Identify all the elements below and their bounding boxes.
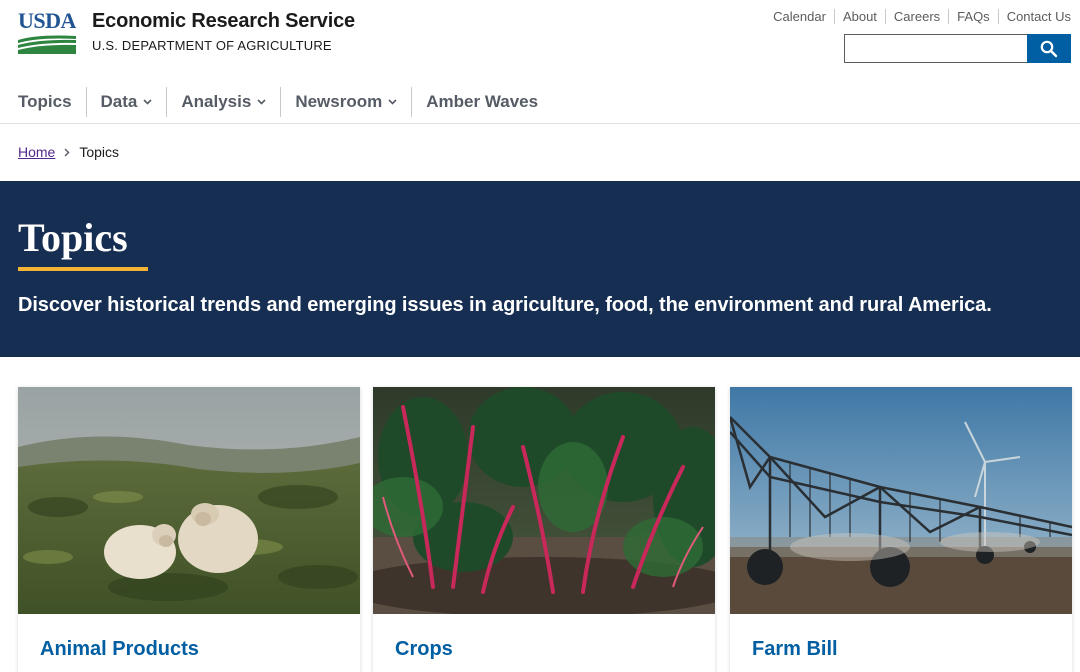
util-link-calendar[interactable]: Calendar [765, 9, 834, 24]
util-link-contact[interactable]: Contact Us [997, 9, 1071, 24]
usda-logo[interactable]: USDA [18, 10, 76, 54]
util-link-careers[interactable]: Careers [884, 9, 948, 24]
topic-card-title: Farm Bill [752, 638, 838, 660]
topic-card-animal-products[interactable]: Animal Products [18, 387, 360, 672]
search-icon [1040, 40, 1058, 57]
nav-item-label: Analysis [181, 91, 252, 111]
usda-logo-mark-icon [18, 35, 76, 54]
chevron-down-icon [257, 98, 266, 105]
chevron-down-icon [143, 98, 152, 105]
breadcrumb-current: Topics [79, 144, 120, 160]
page-description: Discover historical trends and emerging … [18, 294, 992, 316]
usda-logo-text: USDA [18, 8, 76, 33]
nav-item-data[interactable]: Data [85, 86, 167, 117]
search-input[interactable] [844, 34, 1028, 63]
nav-item-label: Data [100, 91, 138, 111]
nav-item-analysis[interactable]: Analysis [166, 86, 280, 117]
topic-card-crops[interactable]: Crops [373, 387, 715, 672]
topic-card-title: Crops [395, 638, 453, 660]
page-title: Topics [18, 215, 128, 260]
hero-banner: Topics Discover historical trends and em… [0, 181, 1080, 357]
breadcrumb: Home Topics [18, 144, 119, 160]
util-link-faqs[interactable]: FAQs [948, 9, 998, 24]
chard-plants-image [373, 387, 715, 614]
sheep-in-field-image [18, 387, 360, 614]
nav-item-label: Newsroom [295, 91, 383, 111]
site-header: USDA Economic Research Service U.S. DEPA… [0, 0, 1080, 78]
site-name[interactable]: Economic Research Service [92, 10, 355, 33]
main-nav: Topics Data Analysis Newsroom Amber Wave… [0, 80, 1080, 124]
nav-item-amber-waves[interactable]: Amber Waves [411, 86, 552, 117]
breadcrumb-home-link[interactable]: Home [18, 144, 55, 160]
title-underline [18, 267, 148, 271]
irrigation-pivot-image [730, 387, 1072, 614]
chevron-down-icon [388, 98, 397, 105]
topic-card-title: Animal Products [40, 638, 199, 660]
nav-item-topics[interactable]: Topics [0, 87, 86, 117]
topic-card-farm-bill[interactable]: Farm Bill [730, 387, 1072, 672]
util-link-about[interactable]: About [833, 9, 885, 24]
site-subtitle: U.S. DEPARTMENT OF AGRICULTURE [92, 38, 332, 53]
utility-links: Calendar About Careers FAQs Contact Us [765, 9, 1071, 24]
nav-item-label: Amber Waves [426, 91, 539, 111]
chevron-right-icon [64, 148, 70, 156]
search-button[interactable] [1027, 34, 1071, 63]
nav-item-newsroom[interactable]: Newsroom [280, 86, 411, 117]
nav-item-label: Topics [18, 91, 72, 111]
